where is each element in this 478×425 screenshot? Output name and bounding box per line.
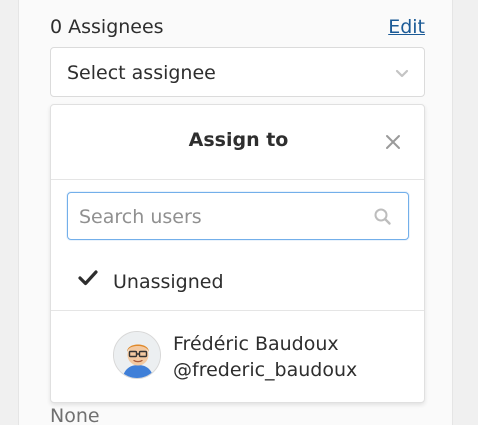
right-gutter	[453, 0, 478, 425]
option-unassigned-label: Unassigned	[113, 271, 224, 293]
assignee-dropdown: Assign to Search users Unassigned Frédér…	[50, 104, 425, 403]
assignee-block-header: 0 Assignees Edit	[50, 14, 425, 40]
options-divider	[51, 310, 424, 311]
user-username: @frederic_baudoux	[173, 359, 358, 381]
left-gutter	[0, 0, 18, 425]
user-list-item[interactable]: Frédéric Baudoux @frederic_baudoux	[51, 323, 424, 389]
chevron-down-icon	[395, 69, 409, 78]
assignee-none-text: None	[50, 405, 100, 425]
search-users-input[interactable]: Search users	[67, 192, 409, 240]
edit-assignees-link[interactable]: Edit	[388, 16, 425, 38]
option-unassigned[interactable]: Unassigned	[51, 265, 424, 307]
dropdown-title: Assign to	[188, 129, 289, 151]
check-icon	[78, 270, 98, 286]
close-icon[interactable]	[384, 133, 402, 151]
search-users-placeholder: Search users	[79, 206, 202, 228]
avatar	[113, 331, 161, 379]
search-icon	[374, 208, 391, 225]
avatar-illustration-icon	[114, 332, 160, 378]
assignee-select[interactable]: Select assignee	[50, 47, 425, 97]
assignee-select-value: Select assignee	[67, 62, 216, 84]
assignee-count-label: 0 Assignees	[50, 16, 164, 38]
user-name: Frédéric Baudoux	[173, 333, 339, 355]
dropdown-header-divider	[51, 179, 424, 180]
